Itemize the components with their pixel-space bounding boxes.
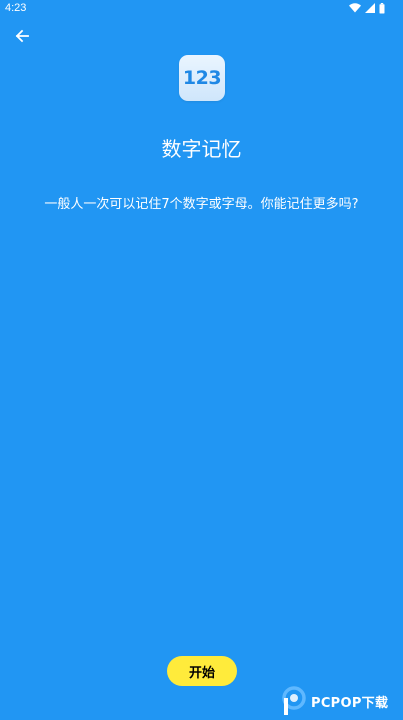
description-text: 一般人一次可以记住7个数字或字母。你能记住更多吗? — [44, 197, 359, 212]
status-time: 4:23 — [5, 2, 27, 14]
arrow-left-icon — [15, 29, 29, 43]
battery-icon — [379, 2, 385, 14]
pcpop-logo-icon — [282, 686, 306, 715]
wifi-icon — [349, 3, 361, 13]
start-button[interactable]: 开始 — [167, 656, 237, 686]
app-icon: 123 — [179, 55, 225, 101]
app-icon-label: 123 — [182, 67, 222, 89]
watermark: PCPOP下载 — [281, 685, 388, 717]
back-button[interactable] — [10, 24, 34, 48]
signal-icon — [365, 3, 375, 13]
status-bar: 4:23 — [0, 0, 403, 16]
status-icons — [349, 2, 385, 14]
watermark-text: PCPOP下载 — [311, 695, 389, 711]
page-title: 数字记忆 — [161, 137, 242, 161]
